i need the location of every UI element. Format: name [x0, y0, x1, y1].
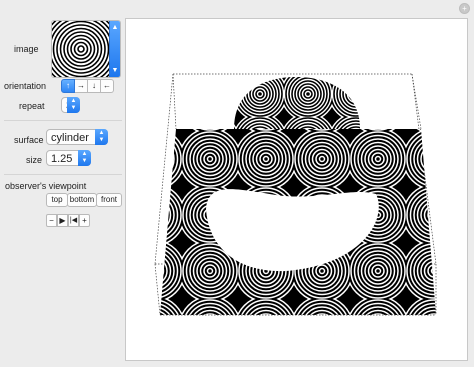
surface-value: cylinder	[51, 132, 89, 144]
surface-popup[interactable]: cylinder ▲ ▼	[46, 129, 108, 145]
divider	[4, 174, 122, 175]
divider	[4, 120, 122, 121]
3d-plot-panel[interactable]	[125, 18, 468, 361]
repeat-label: repeat	[19, 101, 45, 111]
updown-arrows-icon: ▲ ▼	[67, 97, 80, 113]
plus-circle-icon[interactable]: +	[459, 3, 470, 14]
image-label: image	[14, 44, 39, 54]
size-popup[interactable]: 1.25 ▲ ▼	[46, 150, 91, 166]
spiral-thumbnail-image	[52, 21, 120, 77]
minus-icon[interactable]: −	[46, 214, 57, 227]
viewpoint-label: observer's viewpoint	[5, 181, 87, 191]
plus-icon[interactable]: +	[79, 214, 90, 227]
step-back-icon[interactable]: |◀	[68, 214, 79, 227]
orientation-left-button[interactable]: ←	[101, 79, 114, 93]
repeat-popup[interactable]: 3 ▲▼	[61, 97, 80, 113]
orientation-right-button[interactable]: →	[75, 79, 88, 93]
play-icon[interactable]: ▶	[57, 214, 68, 227]
orientation-label: orientation	[4, 81, 47, 91]
updown-arrows-icon: ▲ ▼	[78, 150, 91, 166]
updown-arrows-icon: ▲ ▼	[95, 129, 108, 145]
surface-label: surface	[14, 135, 44, 145]
size-value: 1.25	[51, 153, 73, 165]
image-thumbnail[interactable]: ▲ ▼	[51, 20, 121, 78]
chevron-down-icon[interactable]: ▼	[110, 67, 120, 74]
bottom-view-button[interactable]: bottom	[67, 193, 97, 207]
chevron-up-icon[interactable]: ▲	[110, 24, 120, 31]
spiral-surface-graphic	[154, 73, 437, 316]
front-view-button[interactable]: front	[96, 193, 122, 207]
orientation-down-button[interactable]: ↓	[88, 79, 101, 93]
orientation-up-button[interactable]: ↑	[61, 79, 75, 93]
thumbnail-scroll-control[interactable]: ▲ ▼	[109, 21, 120, 77]
orientation-segmented-control[interactable]: ↑ → ↓ ←	[61, 79, 114, 93]
size-label: size	[26, 155, 43, 165]
top-view-button[interactable]: top	[46, 193, 68, 207]
